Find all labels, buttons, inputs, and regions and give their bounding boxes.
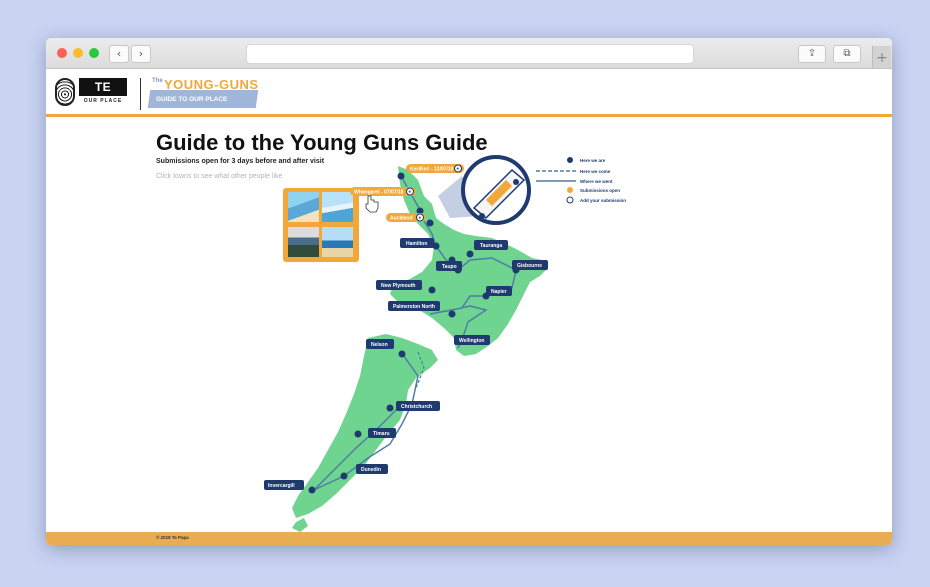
town-dot-new-plymouth[interactable] [428,286,436,294]
town-label-hamilton[interactable]: Hamilton [400,238,434,248]
town-label-wellington[interactable]: Wellington [454,335,490,345]
svg-text:Auckland: Auckland [390,216,413,222]
town-dot-dunedin[interactable] [340,472,348,480]
svg-text:Tauranga: Tauranga [480,243,502,249]
svg-text:Timaru: Timaru [373,431,390,437]
town-label-palmerston-north[interactable]: Palmerston North [388,301,440,311]
svg-text:KeriKeri - 12/07/18: KeriKeri - 12/07/18 [410,167,454,173]
add-icon[interactable]: + [418,216,421,222]
legend-here-we-come: Here we come [580,169,611,174]
town-dot-timaru[interactable] [354,430,362,438]
town-label-kerikeri[interactable]: KeriKeri - 12/07/18 + [406,164,464,173]
map-legend: Here we are Here we come Where we went S… [536,157,626,204]
new-zealand-map: KeriKeri - 12/07/18 + Whangarei - 07/07/… [264,155,626,532]
town-label-tauranga[interactable]: Tauranga [474,240,508,250]
svg-text:Invercargill: Invercargill [268,483,295,489]
svg-text:Hamilton: Hamilton [406,241,427,247]
town-label-nelson[interactable]: Nelson [366,339,394,349]
svg-text:Napier: Napier [491,289,507,295]
town-dot-christchurch[interactable] [386,404,394,412]
legend-submissions-open: Submissions open [580,188,620,193]
town-label-christchurch[interactable]: Christchurch [396,401,440,411]
town-label-taupo[interactable]: Taupo [436,261,462,271]
town-label-whangarei[interactable]: Whangarei - 07/07/18 + [350,187,416,196]
town-label-auckland[interactable]: Auckland + [386,213,426,222]
town-label-timaru[interactable]: Timaru [368,428,396,438]
svg-text:Gisbourne: Gisbourne [517,263,542,269]
svg-text:Dunedin: Dunedin [361,467,381,473]
stewart-island-shape [292,518,308,532]
legend-where-we-went: Where we went [580,179,613,184]
town-dot-palmerston-north[interactable] [448,310,456,318]
town-label-dunedin[interactable]: Dunedin [356,464,388,474]
town-dot-nelson[interactable] [398,350,406,358]
svg-text:New Plymouth: New Plymouth [381,283,415,289]
svg-text:Christchurch: Christchurch [401,404,432,410]
legend-here-we-are-icon [567,157,573,163]
add-icon[interactable]: + [408,190,411,196]
svg-text:Taupo: Taupo [442,264,457,270]
town-label-new-plymouth[interactable]: New Plymouth [376,280,422,290]
svg-text:Wellington: Wellington [459,338,484,344]
town-dot-tauranga[interactable] [466,250,474,258]
legend-add-submission: Add your submission [580,198,626,203]
town-dot-auckland[interactable] [426,219,434,227]
legend-submissions-open-icon [567,187,573,193]
legend-add-icon [566,196,574,204]
town-label-napier[interactable]: Napier [486,286,512,296]
add-icon[interactable]: + [456,167,459,173]
svg-text:Palmerston North: Palmerston North [393,304,435,310]
pointer-hand-icon [365,195,379,213]
svg-text:Nelson: Nelson [371,342,388,348]
footer-copyright: © 2018 Te Papa [156,535,189,540]
town-label-gisbourne[interactable]: Gisbourne [512,260,548,270]
legend-here-we-are: Here we are [580,158,606,163]
town-dot-kerikeri[interactable] [397,172,405,180]
town-label-invercargill[interactable]: Invercargill [264,480,304,490]
browser-window: ‹ › ⇪ ⧉ + TE PAPA OUR PLACE The YOUNG-GU… [46,38,892,545]
town-dot-invercargill[interactable] [308,486,316,494]
svg-text:Whangarei - 07/07/18: Whangarei - 07/07/18 [354,190,404,196]
